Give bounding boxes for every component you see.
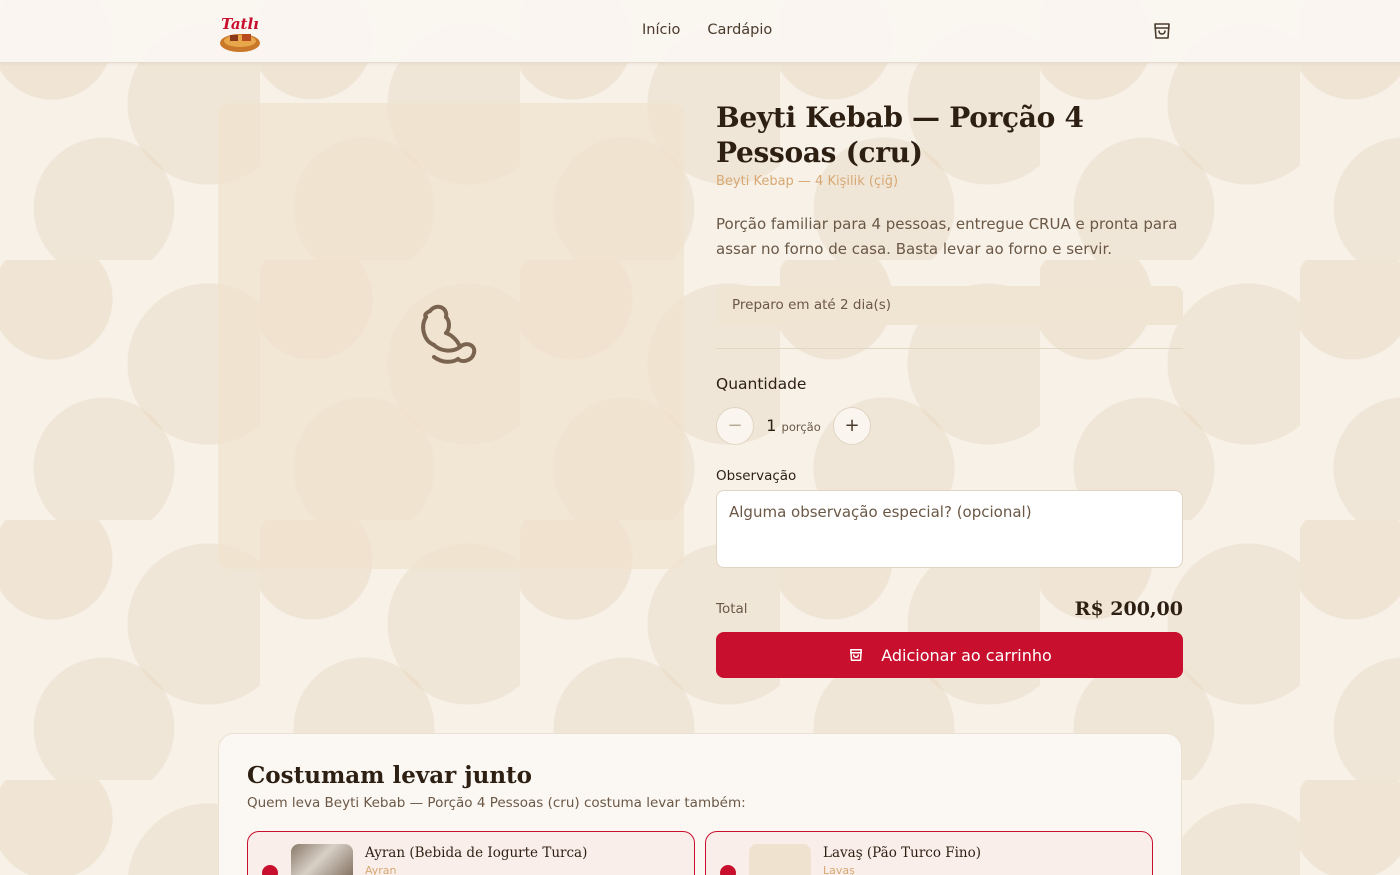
suggestion-name: Ayran (Bebida de Iogurte Turca) <box>365 845 588 861</box>
cart-icon[interactable] <box>1150 19 1174 43</box>
nav-link-inicio[interactable]: Início <box>642 22 680 38</box>
together-list: Ayran (Bebida de Iogurte Turca) Ayran La… <box>247 831 1153 875</box>
product-title: Beyti Kebab — Porção 4 Pessoas (cru) <box>716 101 1084 169</box>
quantity-unit: porção <box>781 420 821 434</box>
total-label: Total <box>716 601 748 617</box>
frequently-bought-together: Costumam levar junto Quem leva Beyti Keb… <box>218 733 1182 875</box>
check-icon[interactable] <box>262 865 278 875</box>
increase-quantity-button[interactable]: + <box>833 406 871 445</box>
suggestion-name: Lavaş (Pão Turco Fino) <box>823 845 982 861</box>
together-title: Costumam levar junto <box>247 762 533 789</box>
main-nav: Início Cardápio <box>642 22 772 38</box>
together-subtitle: Quem leva Beyti Kebab — Porção 4 Pessoas… <box>247 795 746 811</box>
cart-icon <box>850 649 863 661</box>
site-header: Tatlı Início Cardápio <box>0 0 1400 63</box>
quantity-value: 1 porção <box>754 416 833 435</box>
suggestion-subtitle: Lavaş <box>823 864 855 875</box>
product-thumbnail <box>291 844 353 875</box>
product-info: Beyti Kebab — Porção 4 Pessoas (cru) Bey… <box>716 100 1183 678</box>
quantity-stepper: − 1 porção + <box>716 406 1183 445</box>
divider <box>716 348 1183 349</box>
brand-logo[interactable]: Tatlı <box>216 9 264 55</box>
product-image-placeholder <box>218 103 684 569</box>
quantity-number: 1 <box>766 416 777 435</box>
add-to-cart-button[interactable]: Adicionar ao carrinho <box>716 632 1183 678</box>
product-description: Porção familiar para 4 pessoas, entregue… <box>716 215 1178 258</box>
svg-text:Tatlı: Tatlı <box>221 15 259 33</box>
check-icon[interactable] <box>720 865 736 875</box>
total-value: R$ 200,00 <box>1074 598 1183 620</box>
product-thumbnail <box>749 844 811 875</box>
suggestion-card[interactable]: Ayran (Bebida de Iogurte Turca) Ayran <box>247 831 695 875</box>
suggestion-card[interactable]: Lavaş (Pão Turco Fino) Lavaş <box>705 831 1153 875</box>
croissant-icon <box>421 304 477 364</box>
suggestion-subtitle: Ayran <box>365 864 397 875</box>
prep-time-badge: Preparo em até 2 dia(s) <box>716 286 1183 325</box>
total-row: Total R$ 200,00 <box>716 598 1183 620</box>
observation-label: Observação <box>716 468 797 484</box>
observation-field[interactable] <box>716 490 1183 568</box>
add-to-cart-label: Adicionar ao carrinho <box>881 645 1052 665</box>
nav-link-cardapio[interactable]: Cardápio <box>707 22 772 38</box>
quantity-label: Quantidade <box>716 375 807 393</box>
decrease-quantity-button[interactable]: − <box>716 406 754 445</box>
product-subtitle: Beyti Kebap — 4 Kişilik (çiğ) <box>716 174 899 189</box>
